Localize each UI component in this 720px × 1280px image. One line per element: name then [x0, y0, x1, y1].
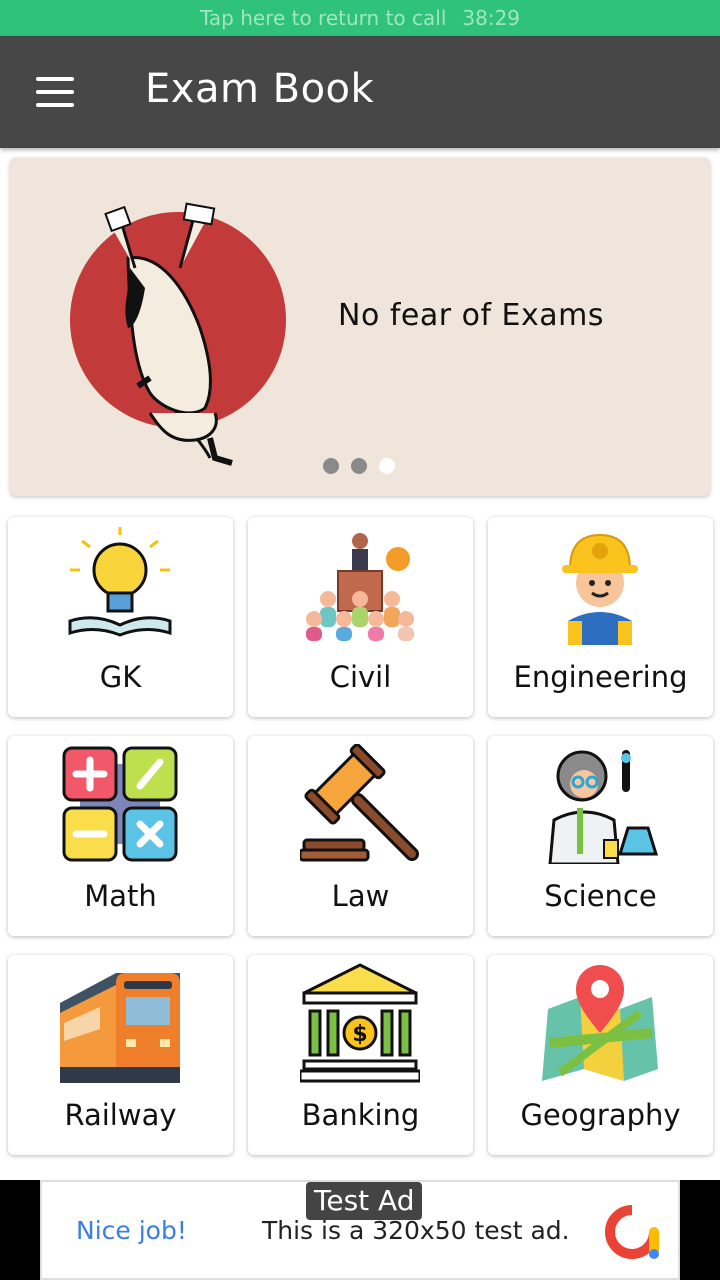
- category-card-railway[interactable]: Railway: [8, 955, 233, 1155]
- app-bar: Exam Book: [0, 36, 720, 148]
- test-ad-badge: Test Ad: [306, 1182, 423, 1220]
- ad-banner[interactable]: Test Ad Nice job! This is a 320x50 test …: [40, 1180, 680, 1280]
- jumping-person-illustration: [70, 202, 286, 466]
- category-label: Science: [544, 879, 657, 913]
- svg-text:$: $: [352, 1022, 367, 1047]
- ad-logo-icon[interactable]: [604, 1204, 660, 1260]
- carousel-dot[interactable]: [351, 458, 367, 474]
- call-timer: 38:29: [462, 6, 521, 30]
- podium-crowd-icon: [306, 533, 414, 641]
- app-title: Exam Book: [145, 66, 375, 112]
- return-to-call-bar[interactable]: Tap here to return to call 38:29: [0, 0, 720, 36]
- category-label: Law: [331, 879, 390, 913]
- call-text: Tap here to return to call: [199, 6, 447, 30]
- calculator-symbols-icon: [62, 746, 178, 862]
- train-icon: [60, 973, 180, 1083]
- carousel-indicator: [323, 458, 395, 474]
- category-card-math[interactable]: Math: [8, 736, 233, 936]
- category-card-banking[interactable]: $ Banking: [248, 955, 473, 1155]
- category-card-engineering[interactable]: Engineering: [488, 517, 713, 717]
- category-card-law[interactable]: Law: [248, 736, 473, 936]
- category-label: Engineering: [513, 660, 688, 694]
- scientist-icon: [548, 750, 659, 864]
- category-label: GK: [99, 660, 142, 694]
- carousel-dot[interactable]: [323, 458, 339, 474]
- map-pin-icon: [542, 965, 658, 1081]
- ad-headline[interactable]: Nice job!: [76, 1216, 187, 1245]
- banner-text: No fear of Exams: [338, 298, 605, 333]
- engineer-hardhat-icon: [562, 533, 638, 645]
- category-card-science[interactable]: Science: [488, 736, 713, 936]
- lightbulb-book-icon: [68, 527, 172, 637]
- category-label: Railway: [64, 1098, 177, 1132]
- category-label: Banking: [301, 1098, 420, 1132]
- category-card-geography[interactable]: Geography: [488, 955, 713, 1155]
- ad-body: This is a 320x50 test ad.: [262, 1216, 570, 1245]
- category-card-gk[interactable]: GK: [8, 517, 233, 717]
- carousel-dot-active[interactable]: [379, 458, 395, 474]
- category-label: Civil: [329, 660, 392, 694]
- gavel-icon: [300, 744, 419, 862]
- ad-banner-container: Test Ad Nice job! This is a 320x50 test …: [0, 1180, 720, 1280]
- banner-carousel[interactable]: No fear of Exams: [10, 158, 710, 496]
- hamburger-menu-icon[interactable]: [36, 77, 76, 107]
- category-card-civil[interactable]: Civil: [248, 517, 473, 717]
- category-label: Geography: [520, 1098, 681, 1132]
- bank-icon: $: [300, 963, 420, 1083]
- category-label: Math: [84, 879, 157, 913]
